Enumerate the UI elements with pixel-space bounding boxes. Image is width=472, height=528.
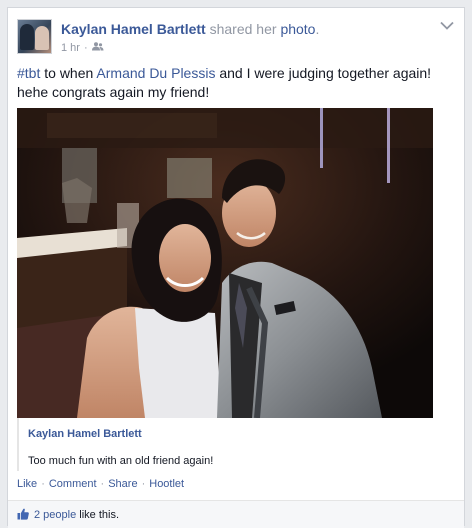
post-header: Kaylan Hamel Bartlett shared her photo. …: [17, 19, 454, 59]
post-card: Kaylan Hamel Bartlett shared her photo. …: [7, 7, 465, 528]
shared-author-link[interactable]: Kaylan Hamel Bartlett: [28, 428, 142, 440]
hashtag-link[interactable]: #tbt: [17, 65, 40, 81]
friends-icon[interactable]: [91, 41, 104, 55]
action-verb: shared her: [209, 21, 277, 37]
photo-illustration: [17, 108, 433, 418]
mention-link[interactable]: Armand Du Plessis: [96, 65, 215, 81]
comment-link[interactable]: Comment: [49, 478, 97, 490]
post-body: #tbt to when Armand Du Plessis and I wer…: [17, 64, 447, 102]
likes-count-link[interactable]: 2 people: [34, 509, 76, 521]
post-meta: 1 hr ·: [61, 41, 104, 55]
hootlet-link[interactable]: Hootlet: [149, 478, 184, 490]
body-text-1: to when: [40, 65, 97, 81]
post-timestamp[interactable]: 1 hr: [61, 42, 80, 54]
shared-photo-attribution: Kaylan Hamel Bartlett Too much fun with …: [17, 418, 433, 471]
like-link[interactable]: Like: [17, 478, 37, 490]
post-actions: Like · Comment · Share · Hootlet: [17, 478, 185, 490]
share-link[interactable]: Share: [108, 478, 137, 490]
author-name-link[interactable]: Kaylan Hamel Bartlett: [61, 21, 206, 37]
shared-caption: Too much fun with an old friend again!: [28, 455, 214, 467]
chevron-down-icon[interactable]: [440, 21, 454, 31]
author-avatar[interactable]: [17, 19, 52, 54]
headline-period: .: [315, 21, 320, 37]
thumbs-up-icon: [17, 508, 29, 520]
likes-suffix: like this.: [76, 509, 120, 521]
post-headline: Kaylan Hamel Bartlett shared her photo.: [61, 20, 319, 38]
likes-summary: 2 people like this.: [8, 500, 464, 528]
post-photo[interactable]: [17, 108, 433, 418]
photo-link[interactable]: photo: [280, 21, 315, 37]
